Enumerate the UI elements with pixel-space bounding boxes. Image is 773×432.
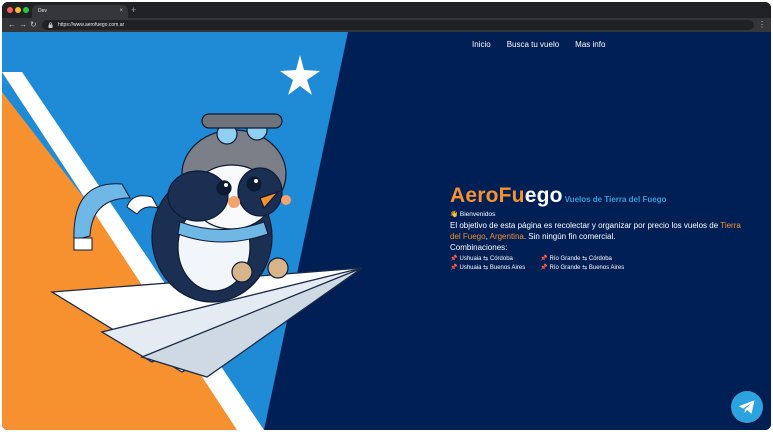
close-window-button[interactable]: [7, 7, 13, 13]
waving-hand-icon: 👋: [450, 211, 459, 218]
telegram-icon: [738, 400, 755, 414]
brand-logo: AeroFuego: [450, 184, 563, 207]
pin-icon: 📌: [540, 265, 548, 271]
welcome-text: Bienvenidos: [459, 211, 496, 218]
brand-line: AeroFuego Vuelos de Tierra del Fuego: [450, 184, 750, 208]
forward-arrow-icon[interactable]: →: [19, 19, 27, 31]
highlight-argentina: Argentina: [489, 232, 524, 241]
browser-window: Dev × + ← → ↻ https://www.aerofuego.com.…: [2, 2, 771, 430]
pin-icon: 📌: [540, 256, 548, 262]
minimize-window-button[interactable]: [15, 7, 21, 13]
telegram-button[interactable]: [731, 391, 763, 423]
brand-tagline: Vuelos de Tierra del Fuego: [564, 195, 667, 204]
nav-link-mas-info[interactable]: Mas info: [575, 40, 605, 49]
new-tab-button[interactable]: +: [131, 5, 136, 15]
browser-toolbar: ← → ↻ https://www.aerofuego.com.ar ⋮: [2, 18, 771, 32]
reload-icon[interactable]: ↻: [30, 19, 37, 31]
nav-link-inicio[interactable]: Inicio: [472, 40, 491, 49]
address-bar[interactable]: https://www.aerofuego.com.ar: [42, 20, 754, 30]
browser-tab[interactable]: Dev ×: [32, 5, 128, 18]
pin-icon: 📌: [450, 256, 458, 262]
maximize-window-button[interactable]: [23, 7, 29, 13]
tab-title: Dev: [38, 8, 47, 14]
back-arrow-icon[interactable]: ←: [8, 19, 16, 31]
url-text: https://www.aerofuego.com.ar: [58, 22, 125, 28]
top-nav: Inicio Busca tu vuelo Mas info: [472, 40, 605, 49]
route-item: 📌 Río Grande ⇆ Córdoba: [540, 256, 612, 262]
combinations-label: Combinaciones:: [450, 243, 508, 252]
tab-close-icon[interactable]: ×: [119, 7, 123, 15]
browser-menu-icon[interactable]: ⋮: [758, 19, 766, 31]
pin-icon: 📌: [450, 265, 458, 271]
welcome-line: 👋 Bienvenidos: [450, 210, 750, 218]
route-item: 📌 Ushuaia ⇆ Buenos Aires: [450, 265, 526, 271]
route-item: 📌 Río Grande ⇆ Buenos Aires: [540, 265, 625, 271]
description: El objetivo de esta página es recolectar…: [450, 221, 741, 241]
lock-icon: [48, 22, 53, 28]
routes-list: 📌 Ushuaia ⇆ Córdoba 📌 Río Grande ⇆ Córdoba…: [450, 255, 750, 271]
tab-bar: Dev × +: [2, 2, 771, 18]
hero-content: AeroFuego Vuelos de Tierra del Fuego 👋 B…: [450, 184, 750, 271]
route-item: 📌 Ushuaia ⇆ Córdoba: [450, 256, 513, 262]
nav-link-busca-tu-vuelo[interactable]: Busca tu vuelo: [507, 40, 559, 49]
page-viewport: Inicio Busca tu vuelo Mas info AeroFuego…: [2, 32, 771, 430]
